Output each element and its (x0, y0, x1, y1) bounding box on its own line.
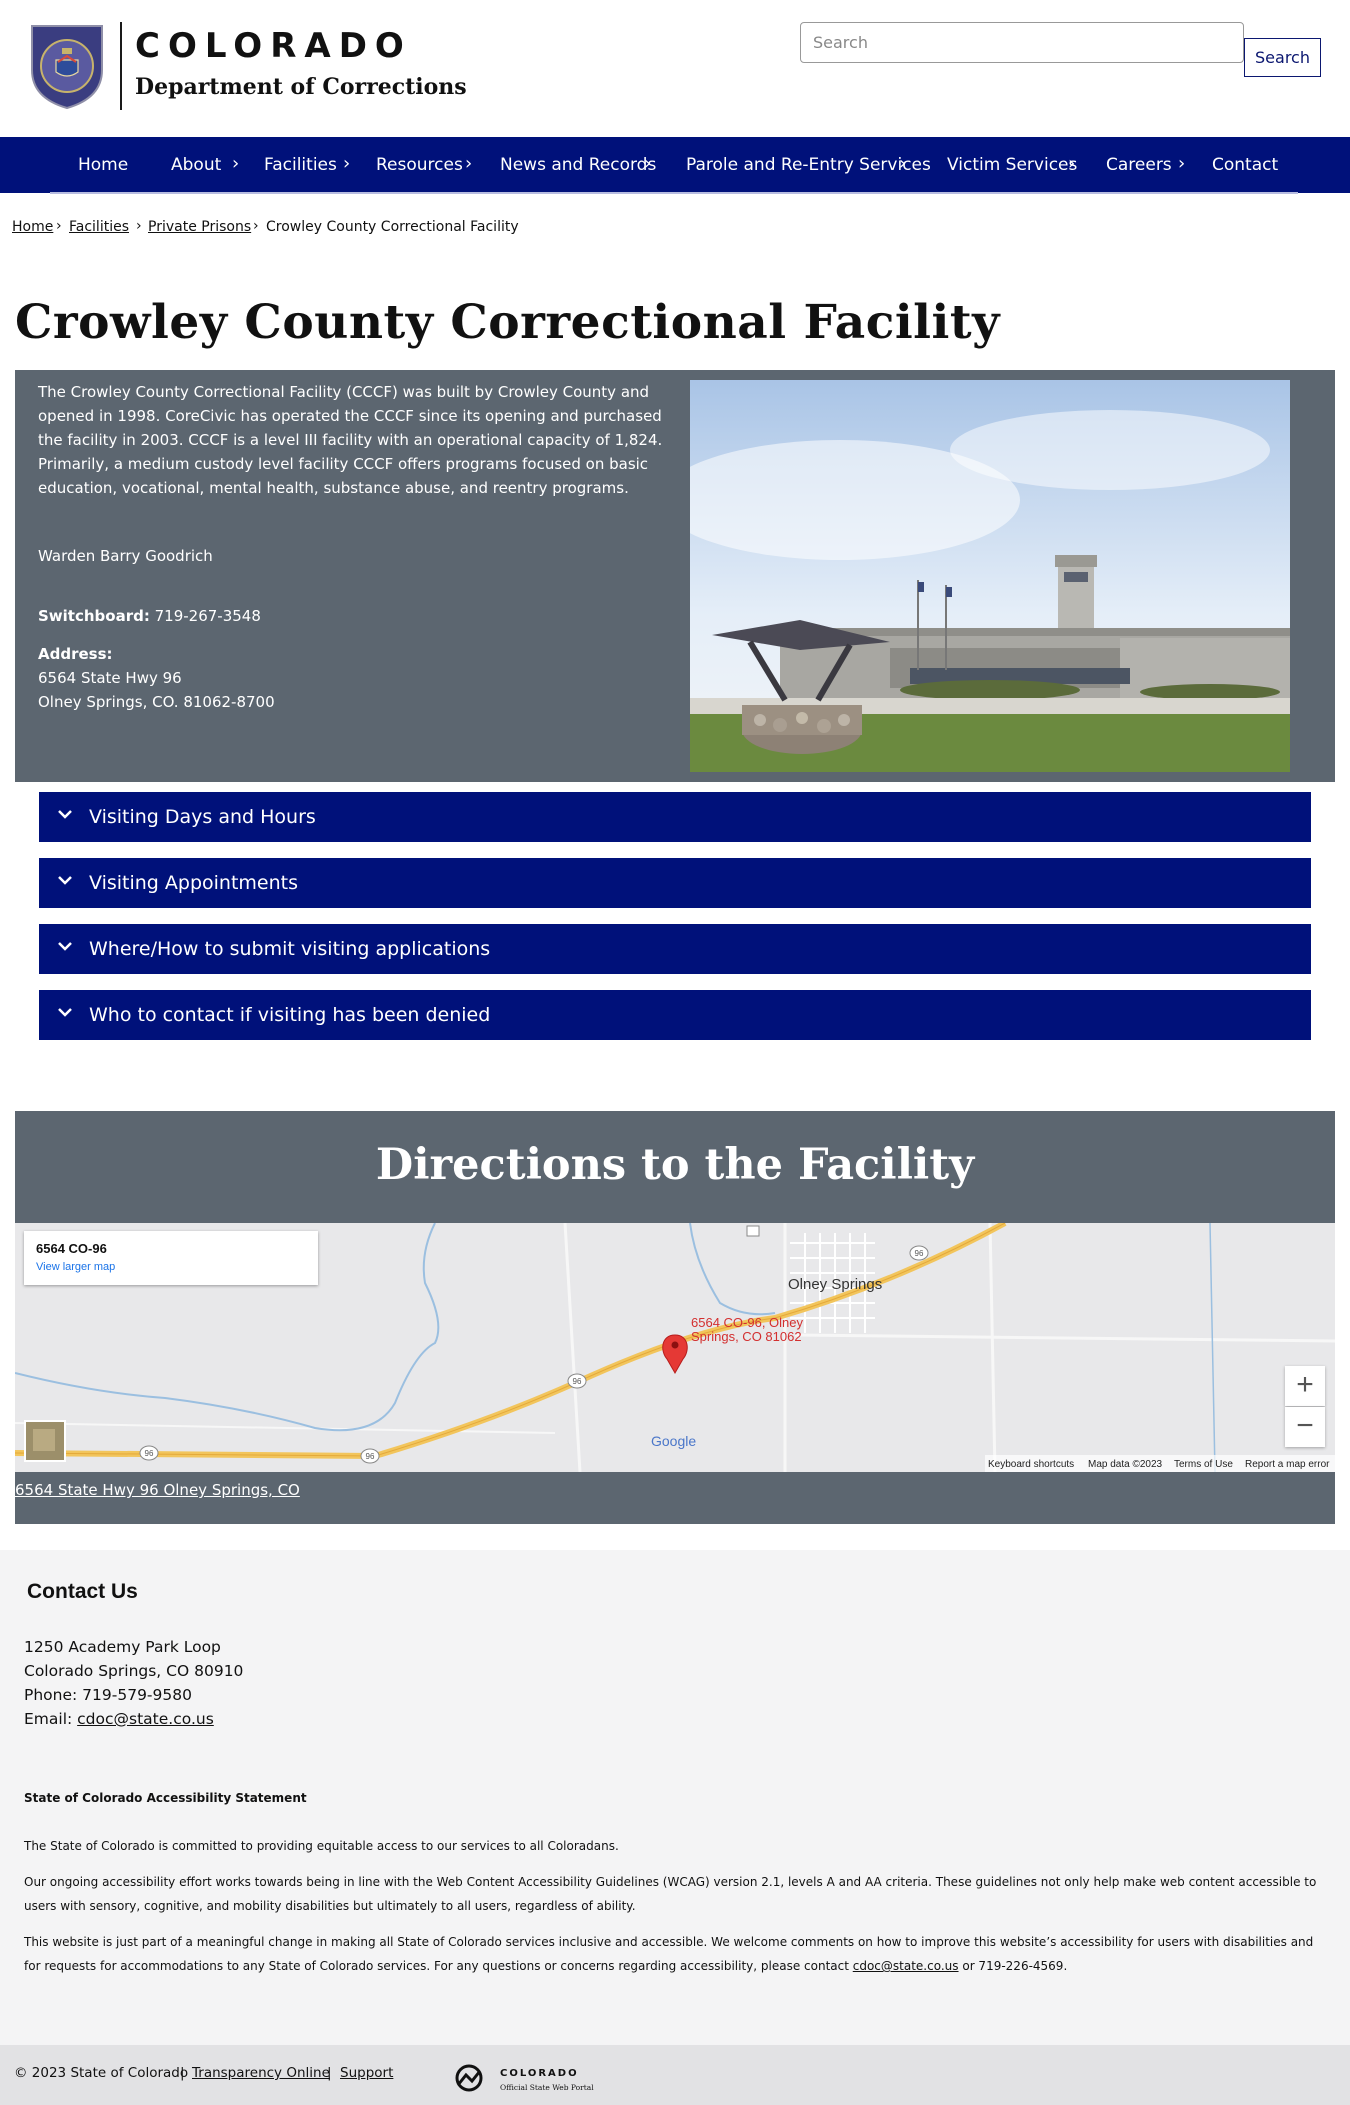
contact-address-line1: 1250 Academy Park Loop (24, 1638, 221, 1656)
accordion-label: Where/How to submit visiting application… (89, 938, 491, 960)
shield-label: 96 (366, 1452, 375, 1461)
map-pin-label-line1: 6564 CO-96, Olney (691, 1315, 804, 1330)
brand-state-name[interactable]: COLORADO (135, 26, 412, 66)
nav-item-home[interactable]: Home (78, 137, 128, 193)
breadcrumb-separator: › (253, 218, 259, 234)
switchboard-number: 719-267-3548 (154, 607, 261, 625)
map-town-label: Olney Springs (788, 1276, 882, 1293)
accordion-label: Who to contact if visiting has been deni… (89, 1004, 491, 1026)
nav-item-facilities[interactable]: Facilities (264, 137, 337, 193)
facility-description: The Crowley County Correctional Facility… (38, 383, 663, 497)
accordion-label: Visiting Appointments (89, 872, 299, 894)
address-line2: Olney Springs, CO. 81062-8700 (38, 693, 275, 711)
switchboard: Switchboard: 719-267-3548 (38, 607, 261, 625)
portal-subtitle: Official State Web Portal (500, 2083, 594, 2092)
accordion-label: Visiting Days and Hours (89, 806, 316, 828)
copyright: © 2023 State of Colorado (14, 2065, 189, 2081)
breadcrumb-current: Crowley County Correctional Facility (266, 219, 519, 235)
chevron-right-icon[interactable]: › (1178, 137, 1185, 193)
contact-title: Contact Us (27, 1580, 138, 1603)
accessibility-paragraph-1: The State of Colorado is committed to pr… (24, 1839, 619, 1853)
portal-name: COLORADO (500, 2068, 579, 2079)
email-link[interactable]: cdoc@state.co.us (77, 1710, 214, 1728)
accessibility-title: State of Colorado Accessibility Statemen… (24, 1791, 307, 1805)
breadcrumb-separator: › (56, 218, 62, 234)
email-label: Email: (24, 1710, 78, 1728)
chevron-down-icon (58, 942, 72, 951)
chevron-right-icon[interactable]: › (232, 137, 239, 193)
accessibility-paragraph-3: This website is just part of a meaningfu… (24, 1930, 1324, 1978)
colorado-seal-logo[interactable] (28, 20, 106, 110)
contact-address-line2: Colorado Springs, CO 80910 (24, 1662, 244, 1680)
zoom-out-button[interactable]: − (1285, 1407, 1325, 1447)
map-address-link[interactable]: 6564 State Hwy 96 Olney Springs, CO (15, 1481, 300, 1499)
support-link[interactable]: Support (340, 2065, 393, 2081)
map-pin-label-line2: Springs, CO 81062 (691, 1329, 802, 1344)
map-info-card: 6564 CO-96 View larger map (24, 1231, 318, 1285)
accordion-submit-visiting-applications[interactable]: Where/How to submit visiting application… (39, 924, 1311, 974)
google-logo: Google (651, 1433, 696, 1449)
accessibility-email-link[interactable]: cdoc@state.co.us (853, 1959, 959, 1973)
site-header (0, 0, 1350, 137)
report-map-error-link[interactable]: Report a map error (1245, 1459, 1329, 1470)
colorado-portal-logo-icon[interactable] (454, 2063, 484, 2093)
map-card-title: 6564 CO-96 (36, 1241, 107, 1256)
accessibility-p3-phone: or 719-226-4569. (958, 1959, 1068, 1973)
shield-label: 96 (145, 1449, 154, 1458)
address-line1: 6564 State Hwy 96 (38, 669, 182, 687)
accessibility-p3-text: This website is just part of a meaningfu… (24, 1935, 1314, 1973)
map-data-label: Map data ©2023 (1088, 1459, 1163, 1470)
nav-item-contact[interactable]: Contact (1212, 137, 1278, 193)
breadcrumb-separator: › (136, 218, 142, 234)
search-button[interactable]: Search (1244, 38, 1321, 77)
address-label: Address: (38, 645, 113, 663)
nav-item-news-and-records[interactable]: News and Records (500, 137, 656, 193)
nav-item-victim-services[interactable]: Victim Services (947, 137, 1077, 193)
chevron-right-icon[interactable]: › (465, 137, 472, 193)
nav-item-parole-reentry[interactable]: Parole and Re-Entry Services (686, 137, 931, 193)
chevron-right-icon[interactable]: › (644, 137, 651, 193)
bottom-separator: | (327, 2065, 332, 2081)
accordion-visiting-appointments[interactable]: Visiting Appointments (39, 858, 1311, 908)
chevron-down-icon (58, 876, 72, 885)
directions-title: Directions to the Facility (375, 1140, 975, 1190)
chevron-right-icon[interactable]: › (343, 137, 350, 193)
accordion-visiting-denied-contact[interactable]: Who to contact if visiting has been deni… (39, 990, 1311, 1040)
chevron-down-icon (58, 810, 72, 819)
chevron-right-icon[interactable]: › (899, 137, 906, 193)
switchboard-label: Switchboard: (38, 607, 150, 625)
shield-label: 96 (573, 1377, 582, 1386)
bottom-separator: | (180, 2065, 185, 2081)
page-title: Crowley County Correctional Facility (15, 295, 1000, 350)
nav-item-careers[interactable]: Careers (1106, 137, 1172, 193)
zoom-in-button[interactable]: + (1285, 1366, 1325, 1406)
nav-item-about[interactable]: About (171, 137, 221, 193)
chevron-right-icon[interactable]: › (1068, 137, 1075, 193)
search-input[interactable] (800, 22, 1244, 63)
terms-of-use-link[interactable]: Terms of Use (1174, 1459, 1233, 1470)
accordion-visiting-days-hours[interactable]: Visiting Days and Hours (39, 792, 1311, 842)
brand-divider (120, 22, 122, 110)
contact-phone: Phone: 719-579-9580 (24, 1686, 192, 1704)
poi-icon (746, 1225, 760, 1237)
nav-item-resources[interactable]: Resources (376, 137, 463, 193)
shield-label: 96 (915, 1249, 924, 1258)
breadcrumb-facilities[interactable]: Facilities (69, 219, 129, 235)
transparency-online-link[interactable]: Transparency Online (192, 2065, 330, 2081)
view-larger-map-link[interactable]: View larger map (36, 1261, 115, 1273)
brand-department-name[interactable]: Department of Corrections (135, 74, 467, 100)
accessibility-paragraph-2: Our ongoing accessibility effort works t… (24, 1875, 1317, 1913)
breadcrumb-home[interactable]: Home (12, 219, 53, 235)
facility-photo (690, 380, 1290, 772)
warden-name: Warden Barry Goodrich (38, 547, 213, 565)
keyboard-shortcuts-link[interactable]: Keyboard shortcuts (988, 1459, 1074, 1470)
chevron-down-icon (58, 1008, 72, 1017)
breadcrumb-private-prisons[interactable]: Private Prisons (148, 219, 251, 235)
contact-email: Email: cdoc@state.co.us (24, 1710, 214, 1728)
